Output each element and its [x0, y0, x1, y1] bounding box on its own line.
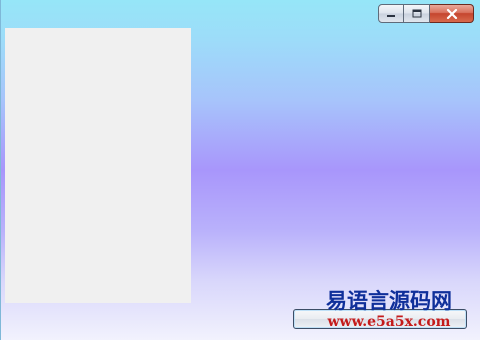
action-button[interactable] — [293, 309, 467, 329]
minimize-icon — [387, 14, 395, 17]
caption-buttons — [378, 4, 474, 23]
left-panel — [5, 28, 191, 303]
minimize-button[interactable] — [378, 4, 404, 23]
maximize-icon — [412, 9, 421, 18]
close-button[interactable] — [430, 4, 474, 23]
close-icon — [446, 8, 457, 19]
maximize-button[interactable] — [404, 4, 430, 23]
main-window: 易语言源码网 www.e5a5x.com — [0, 0, 480, 340]
